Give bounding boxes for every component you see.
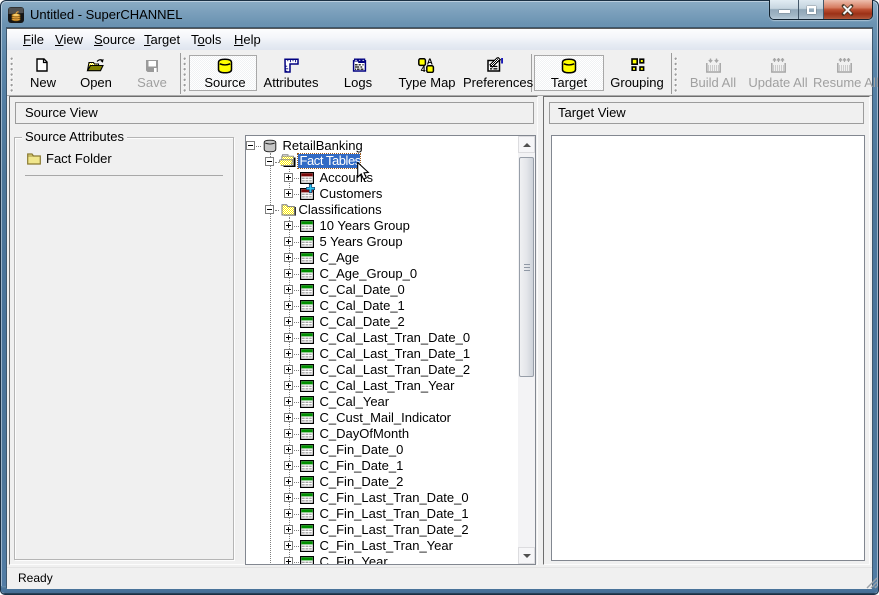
svg-text:A: A [427, 57, 433, 67]
svg-text:4: 4 [421, 64, 426, 73]
